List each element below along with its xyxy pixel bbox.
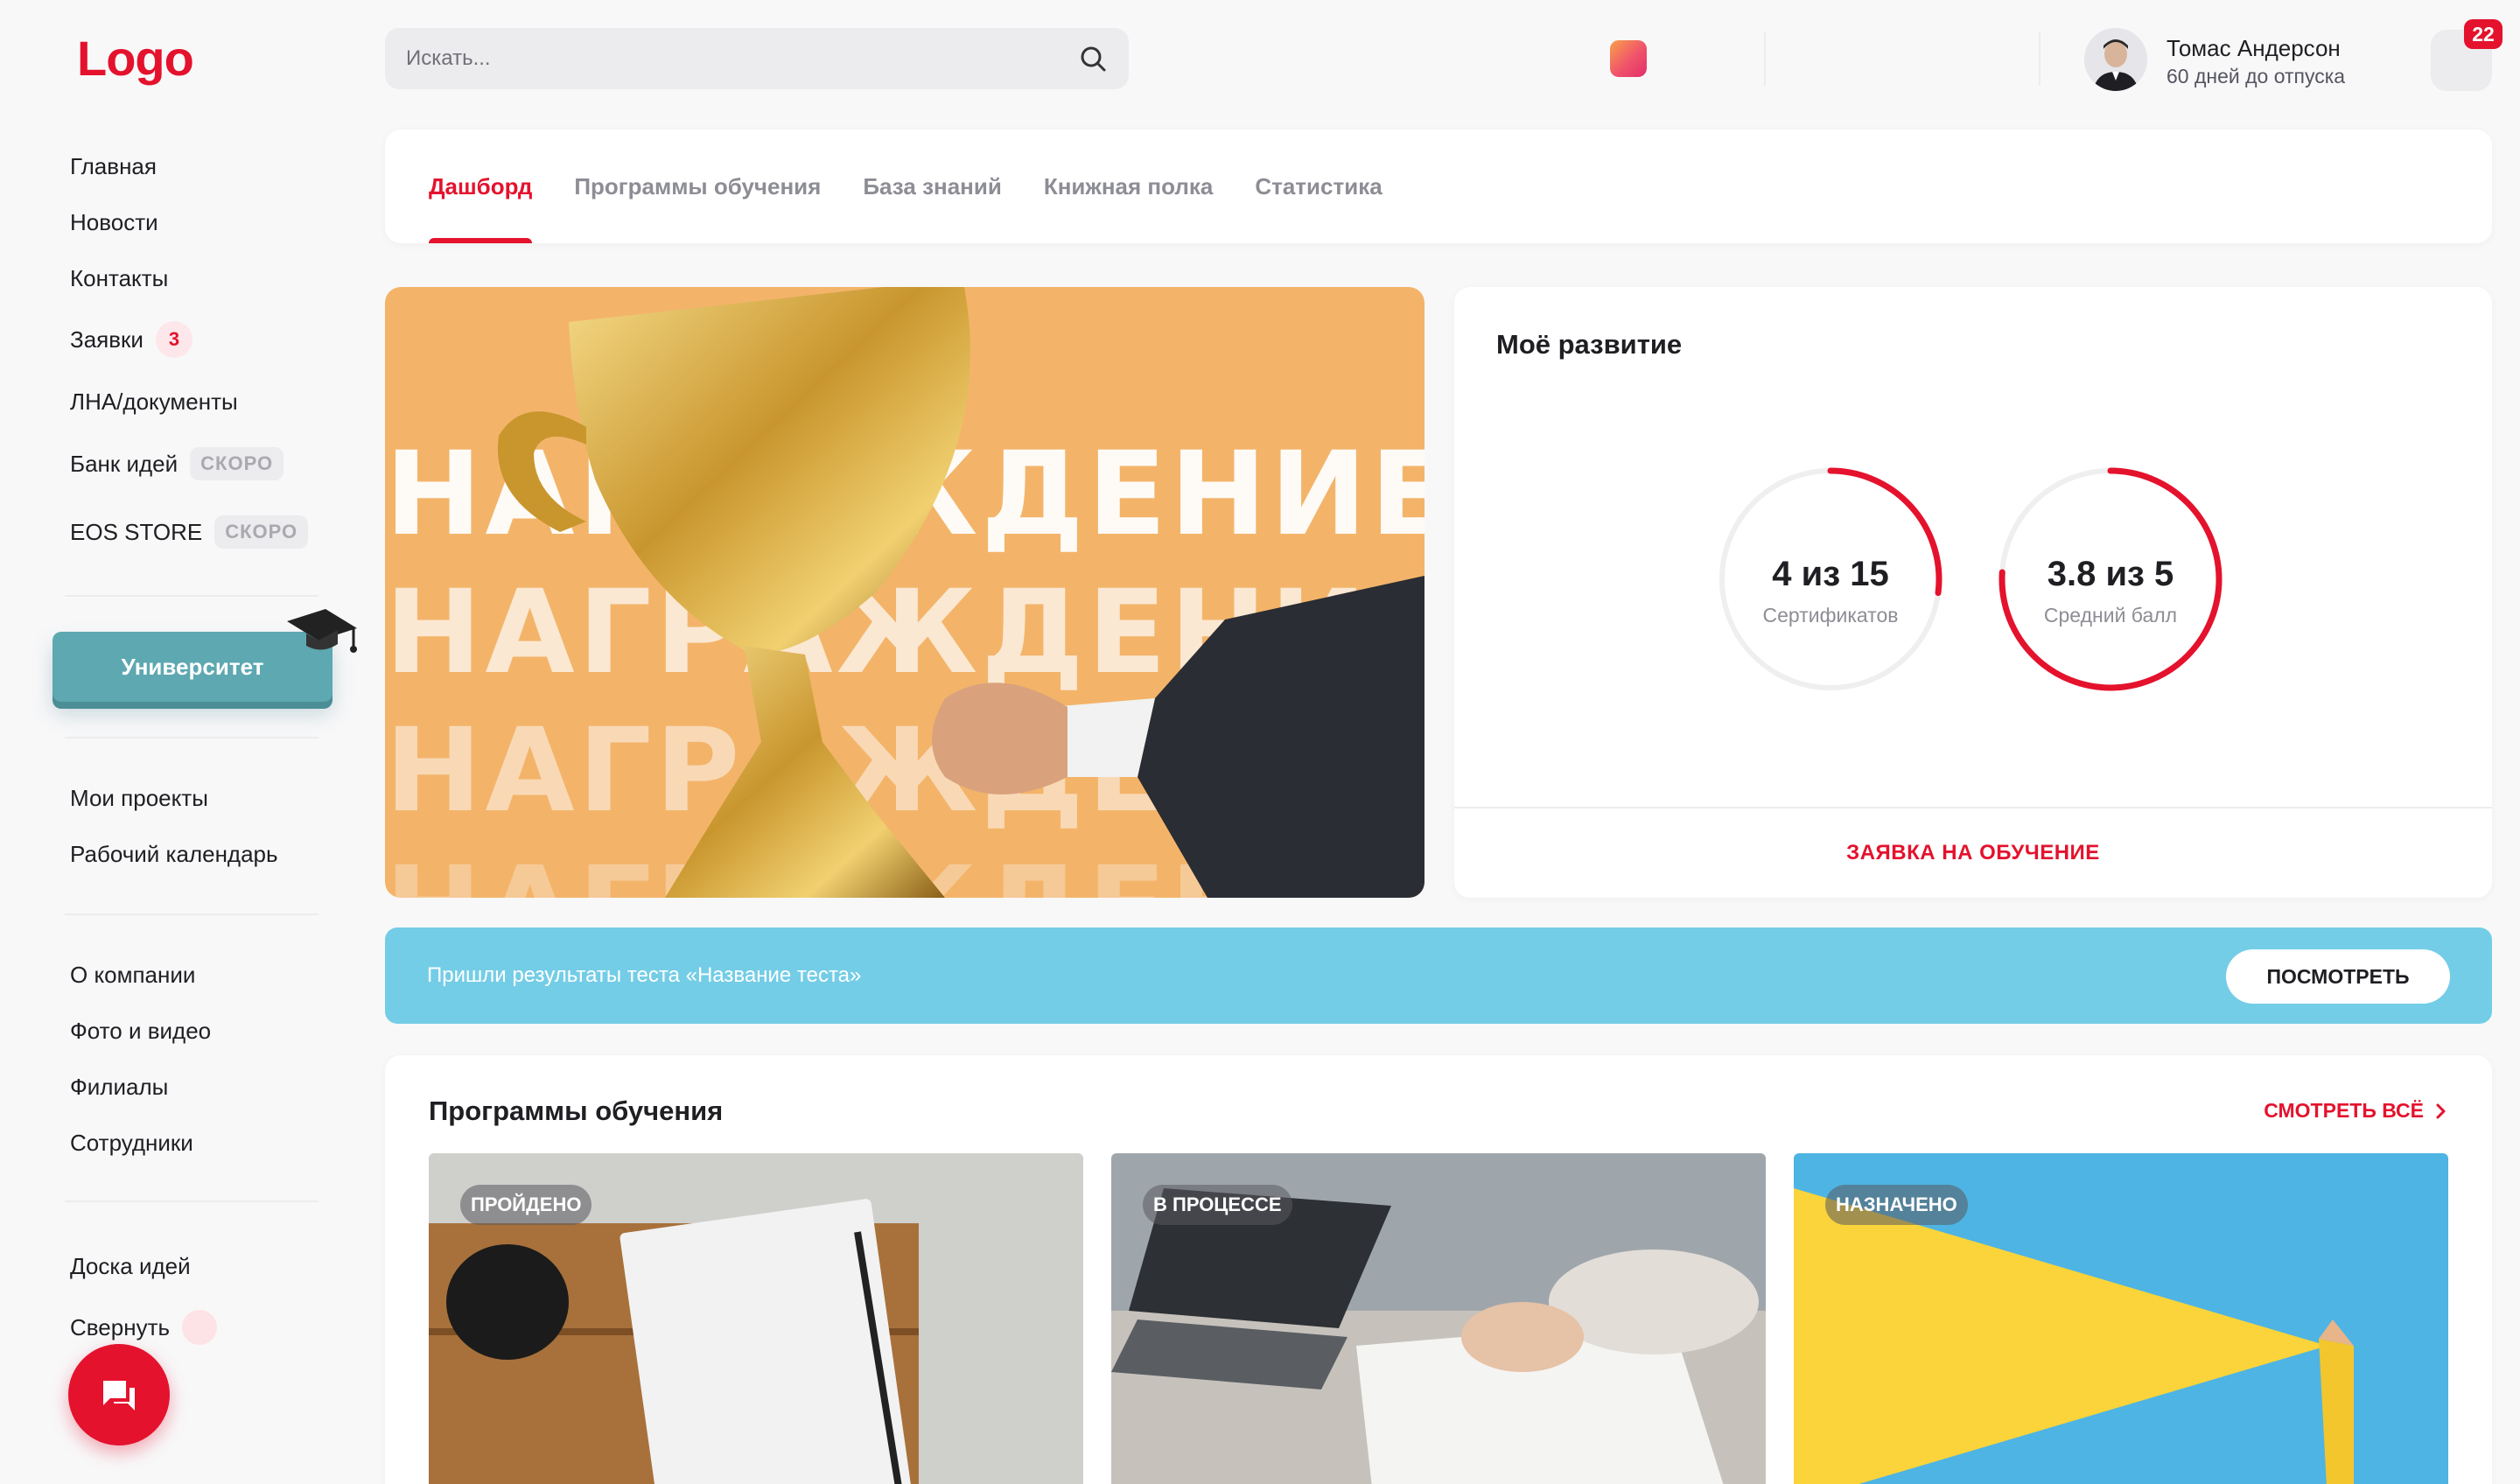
sidebar-item-label: Сотрудники [70, 1129, 193, 1156]
sidebar-item-label: Филиалы [70, 1073, 169, 1100]
section-title: Моё развитие [1496, 329, 1683, 360]
graduation-cap-icon [287, 609, 357, 653]
sidebar-item-home[interactable]: Главная [70, 138, 308, 194]
sidebar-item-label: Рабочий календарь [70, 840, 278, 867]
search-input[interactable] [406, 46, 1078, 71]
divider [65, 595, 318, 597]
divider [1764, 32, 1766, 86]
see-all-label: СМОТРЕТЬ ВСЁ [2264, 1099, 2424, 1122]
notifications-count-badge: 22 [2464, 19, 2502, 49]
nav-group-main: Главная Новости Контакты Заявки 3 ЛНА/до… [70, 138, 309, 567]
sidebar-item-label: EOS STORE [70, 518, 203, 545]
certificates-value: 4 из 15 [1772, 555, 1889, 593]
vacation-countdown: 60 дней до отпуска [2166, 65, 2346, 88]
status-badge: В ПРОЦЕССЕ [1143, 1185, 1292, 1225]
test-results-banner: Пришли результаты теста «Название теста»… [385, 928, 2492, 1024]
nav-group-company: О компании Фото и видео Филиалы Сотрудни… [70, 947, 211, 1171]
sidebar-item-news[interactable]: Новости [70, 194, 308, 250]
status-badge: НАЗНАЧЕНО [1825, 1185, 1968, 1225]
program-card[interactable]: ПРОЙДЕНО [429, 1153, 1083, 1484]
sidebar-collapse-button[interactable]: Свернуть [70, 1297, 218, 1358]
nav-group-extra: Доска идей Свернуть [70, 1236, 218, 1358]
sidebar-item-calendar[interactable]: Рабочий календарь [70, 826, 278, 882]
avatar[interactable] [2084, 28, 2147, 91]
sidebar-item-idea-bank[interactable]: Банк идей СКОРО [70, 430, 308, 497]
logo[interactable]: Logo [77, 30, 194, 87]
sidebar-item-label: Фото и видео [70, 1017, 212, 1044]
soon-badge: СКОРО [214, 515, 309, 549]
tabs-card: Дашборд Программы обучения База знаний К… [385, 130, 2492, 243]
tab-bookshelf[interactable]: Книжная полка [1044, 130, 1213, 243]
sidebar-item-label: Новости [70, 208, 158, 235]
soon-badge: СКОРО [190, 447, 284, 480]
sidebar-item-label: Банк идей [70, 450, 178, 477]
requests-count-badge: 3 [155, 321, 192, 358]
sidebar-item-eos-store[interactable]: EOS STORE СКОРО [70, 497, 309, 567]
sidebar-item-label: Контакты [70, 264, 169, 291]
user-name[interactable]: Томас Андерсон [2166, 35, 2341, 62]
sidebar-item-documents[interactable]: ЛНА/документы [70, 373, 308, 430]
tab-learning-programs[interactable]: Программы обучения [574, 130, 821, 243]
sidebar-item-label: ЛНА/документы [70, 388, 238, 415]
tab-knowledge-base[interactable]: База знаний [863, 130, 1002, 243]
sidebar-item-idea-board[interactable]: Доска идей [70, 1236, 217, 1297]
program-card[interactable]: В ПРОЦЕССЕ [1111, 1153, 1766, 1484]
sidebar-item-my-projects[interactable]: Мои проекты [70, 770, 278, 826]
chat-icon [103, 1381, 135, 1410]
sidebar-item-requests[interactable]: Заявки 3 [70, 306, 308, 373]
sidebar-item-media[interactable]: Фото и видео [70, 1003, 211, 1059]
sidebar-item-about[interactable]: О компании [70, 947, 211, 1003]
chevron-right-icon [2436, 1103, 2446, 1118]
chat-button[interactable] [68, 1344, 170, 1446]
view-button[interactable]: ПОСМОТРЕТЬ [2226, 949, 2450, 1004]
divider [2039, 32, 2040, 86]
learning-programs-card: Программы обучения СМОТРЕТЬ ВСЁ ПРОЙДЕНО… [385, 1055, 2492, 1484]
trophy-illustration [497, 287, 1424, 898]
nav-group-work: Мои проекты Рабочий календарь [70, 770, 278, 882]
see-all-link[interactable]: СМОТРЕТЬ ВСЁ [2264, 1099, 2448, 1123]
app-icon[interactable] [1610, 40, 1647, 77]
my-development-card: Моё развитие 4 из 15 Сертификатов 3.8 из… [1454, 287, 2492, 898]
score-value: 3.8 из 5 [2047, 555, 2174, 593]
collapse-indicator [182, 1310, 218, 1345]
tab-dashboard[interactable]: Дашборд [429, 130, 533, 243]
search-bar [385, 28, 1129, 89]
sidebar-item-label: Свернуть [70, 1313, 171, 1340]
divider [65, 737, 318, 738]
tab-bar: Дашборд Программы обучения База знаний К… [429, 130, 1382, 243]
divider [65, 1200, 318, 1202]
search-icon[interactable] [1078, 44, 1108, 74]
sidebar-item-label: Доска идей [70, 1252, 191, 1279]
score-label: Средний балл [2043, 604, 2178, 626]
program-card[interactable]: НАЗНАЧЕНО [1794, 1153, 2448, 1484]
sidebar-item-label: Заявки [70, 326, 144, 353]
sidebar-item-label: Главная [70, 152, 157, 179]
section-title: Программы обучения [429, 1096, 724, 1126]
sidebar-item-contacts[interactable]: Контакты [70, 250, 308, 306]
certificates-label: Сертификатов [1762, 604, 1899, 626]
tab-statistics[interactable]: Статистика [1255, 130, 1382, 243]
sidebar: Logo Главная Новости Контакты Заявки 3 Л… [0, 0, 368, 1484]
divider [65, 914, 318, 915]
status-badge: ПРОЙДЕНО [460, 1185, 592, 1225]
banner-message: Пришли результаты теста «Название теста» [427, 963, 862, 987]
sidebar-item-branches[interactable]: Филиалы [70, 1059, 211, 1115]
sidebar-item-label: О компании [70, 961, 196, 988]
hero-banner[interactable]: НАГРАЖДЕНИЕ НАГРАЖДЕНИЕ НАГРАЖДЕНИЕ НАГР… [385, 287, 1424, 898]
sidebar-item-label: Мои проекты [70, 784, 208, 811]
training-request-link[interactable]: ЗАЯВКА НА ОБУЧЕНИЕ [1454, 808, 2492, 898]
user-photo [2084, 28, 2147, 91]
sidebar-item-employees[interactable]: Сотрудники [70, 1115, 211, 1171]
